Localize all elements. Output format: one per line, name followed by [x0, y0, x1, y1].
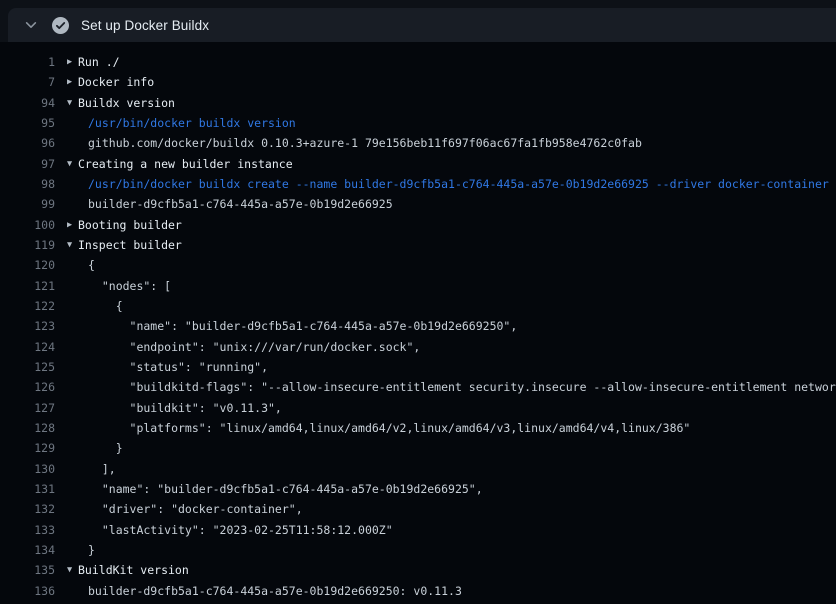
log-line: 96 github.com/docker/buildx 0.10.3+azure-…	[0, 133, 836, 153]
line-number[interactable]: 124	[0, 337, 55, 357]
group-title: Run ./	[78, 52, 120, 72]
log-line: 99 builder-d9cfb5a1-c764-445a-a57e-0b19d2…	[0, 194, 836, 214]
line-number[interactable]: 132	[0, 499, 55, 519]
group-title: Booting builder	[78, 215, 182, 235]
log-line: 125 "status": "running",	[0, 357, 836, 377]
line-number[interactable]: 126	[0, 377, 55, 397]
chevron-down-icon	[24, 18, 38, 32]
chevron-expanded-icon[interactable]: ▼	[67, 560, 78, 580]
group-title: Creating a new builder instance	[78, 154, 293, 174]
chevron-expanded-icon[interactable]: ▼	[67, 154, 78, 174]
chevron-expanded-icon[interactable]: ▼	[67, 93, 78, 113]
log-text: "nodes": [	[88, 276, 171, 296]
line-number[interactable]: 120	[0, 255, 55, 275]
log-text: }	[88, 540, 95, 560]
line-number[interactable]: 121	[0, 276, 55, 296]
group-title: BuildKit version	[78, 560, 189, 580]
log-text: /usr/bin/docker buildx version	[88, 113, 296, 133]
log-text: "name": "builder-d9cfb5a1-c764-445a-a57e…	[88, 316, 517, 336]
collapse-step-button[interactable]	[20, 14, 42, 36]
line-number[interactable]: 94	[0, 93, 55, 113]
log-group-row[interactable]: 119 ▼Inspect builder	[0, 235, 836, 255]
step-title: Set up Docker Buildx	[81, 18, 209, 33]
step-header-container: Set up Docker Buildx	[0, 0, 836, 42]
log-group-row[interactable]: 100 ▶Booting builder	[0, 215, 836, 235]
log-group-row[interactable]: 94 ▼Buildx version	[0, 93, 836, 113]
line-number[interactable]: 135	[0, 560, 55, 580]
log-line: 129 }	[0, 438, 836, 458]
log-text: builder-d9cfb5a1-c764-445a-a57e-0b19d2e6…	[88, 581, 462, 601]
log-line: 126 "buildkitd-flags": "--allow-insecure…	[0, 377, 836, 397]
log-text: "driver": "docker-container",	[88, 499, 303, 519]
line-number[interactable]: 97	[0, 154, 55, 174]
log-text: "platforms": "linux/amd64,linux/amd64/v2…	[88, 418, 690, 438]
log-line: 130 ],	[0, 459, 836, 479]
line-number[interactable]: 134	[0, 540, 55, 560]
group-title: Inspect builder	[78, 235, 182, 255]
log-text: "buildkitd-flags": "--allow-insecure-ent…	[88, 377, 836, 397]
log-text: {	[88, 296, 123, 316]
line-number[interactable]: 128	[0, 418, 55, 438]
line-number[interactable]: 98	[0, 174, 55, 194]
log-text: "status": "running",	[88, 357, 268, 377]
log-line: 127 "buildkit": "v0.11.3",	[0, 398, 836, 418]
chevron-collapsed-icon[interactable]: ▶	[67, 72, 78, 92]
line-number[interactable]: 133	[0, 520, 55, 540]
step-success-icon	[52, 17, 69, 34]
group-title: Buildx version	[78, 93, 175, 113]
line-number[interactable]: 95	[0, 113, 55, 133]
log-text: }	[88, 438, 123, 458]
log-line: 128 "platforms": "linux/amd64,linux/amd6…	[0, 418, 836, 438]
log-line: 131 "name": "builder-d9cfb5a1-c764-445a-…	[0, 479, 836, 499]
log-viewer: 1▶Run ./7▶Docker info94▼Buildx version95…	[0, 42, 836, 604]
log-text: "lastActivity": "2023-02-25T11:58:12.000…	[88, 520, 393, 540]
group-title: Docker info	[78, 72, 154, 92]
log-line: 133 "lastActivity": "2023-02-25T11:58:12…	[0, 520, 836, 540]
log-text: builder-d9cfb5a1-c764-445a-a57e-0b19d2e6…	[88, 194, 393, 214]
line-number[interactable]: 130	[0, 459, 55, 479]
log-text: ],	[88, 459, 116, 479]
chevron-expanded-icon[interactable]: ▼	[67, 235, 78, 255]
log-text: "name": "builder-d9cfb5a1-c764-445a-a57e…	[88, 479, 483, 499]
log-text: "buildkit": "v0.11.3",	[88, 398, 282, 418]
line-number[interactable]: 136	[0, 581, 55, 601]
log-text: {	[88, 255, 95, 275]
log-group-row[interactable]: 7 ▶Docker info	[0, 72, 836, 92]
line-number[interactable]: 7	[0, 72, 55, 92]
line-number[interactable]: 100	[0, 215, 55, 235]
log-line: 136 builder-d9cfb5a1-c764-445a-a57e-0b19d…	[0, 581, 836, 601]
chevron-collapsed-icon[interactable]: ▶	[67, 215, 78, 235]
log-line: 121 "nodes": [	[0, 276, 836, 296]
log-text: /usr/bin/docker buildx create --name bui…	[88, 174, 829, 194]
chevron-collapsed-icon[interactable]: ▶	[67, 52, 78, 72]
log-line: 95/usr/bin/docker buildx version	[0, 113, 836, 133]
log-text: "endpoint": "unix:///var/run/docker.sock…	[88, 337, 420, 357]
log-line: 124 "endpoint": "unix:///var/run/docker.…	[0, 337, 836, 357]
line-number[interactable]: 129	[0, 438, 55, 458]
log-line: 123 "name": "builder-d9cfb5a1-c764-445a-…	[0, 316, 836, 336]
line-number[interactable]: 125	[0, 357, 55, 377]
log-line: 132 "driver": "docker-container",	[0, 499, 836, 519]
log-line: 134}	[0, 540, 836, 560]
log-line: 120 {	[0, 255, 836, 275]
line-number[interactable]: 123	[0, 316, 55, 336]
log-group-row[interactable]: 97 ▼Creating a new builder instance	[0, 154, 836, 174]
line-number[interactable]: 96	[0, 133, 55, 153]
line-number[interactable]: 99	[0, 194, 55, 214]
line-number[interactable]: 122	[0, 296, 55, 316]
line-number[interactable]: 131	[0, 479, 55, 499]
line-number[interactable]: 1	[0, 52, 55, 72]
log-line: 122 {	[0, 296, 836, 316]
log-text: github.com/docker/buildx 0.10.3+azure-1 …	[88, 133, 642, 153]
line-number[interactable]: 119	[0, 235, 55, 255]
step-header[interactable]: Set up Docker Buildx	[8, 8, 836, 42]
log-line: 98/usr/bin/docker buildx create --name b…	[0, 174, 836, 194]
log-group-row[interactable]: 135 ▼BuildKit version	[0, 560, 836, 580]
line-number[interactable]: 127	[0, 398, 55, 418]
log-group-row[interactable]: 1 ▶Run ./	[0, 52, 836, 72]
